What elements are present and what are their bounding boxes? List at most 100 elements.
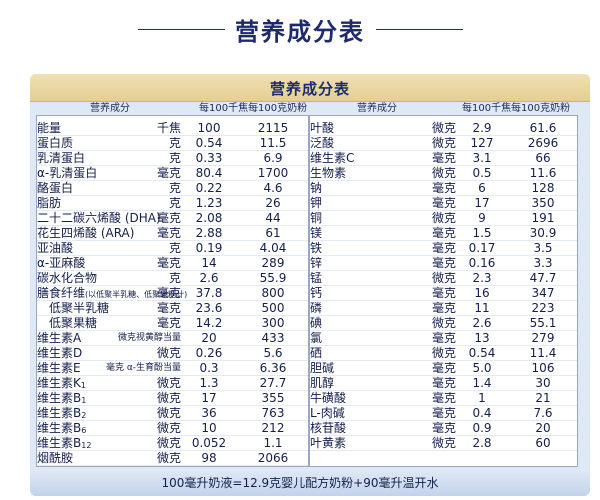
nutrient-unit: 微克 xyxy=(156,346,181,360)
table-column-divider xyxy=(308,115,310,467)
value-per-100kj: 9 xyxy=(478,211,486,225)
value-per-100kj: 1.4 xyxy=(472,376,492,390)
left-table-row: 烟酰胺 微克 98 2066 xyxy=(37,451,307,466)
left-table-row: 花生四烯酸 (ARA) 毫克 2.88 61 xyxy=(37,226,307,241)
nutrient-name: 叶黄素 xyxy=(310,436,347,450)
value-per-100g: 26 xyxy=(265,196,281,210)
nutrient-name: 钙 xyxy=(310,286,323,300)
left-table-row: 维生素A 微克视黄醇当量 20 433 xyxy=(37,331,307,346)
nutrient-name: 乳清蛋白 xyxy=(37,151,86,165)
value-per-100kj: 2.6 xyxy=(472,316,492,330)
nutrient-name: 叶酸 xyxy=(310,121,335,135)
page-title: 营养成分表 xyxy=(235,18,365,46)
right-table-row: 钙 毫克 16 347 xyxy=(310,286,577,301)
value-per-100kj: 98 xyxy=(201,451,217,465)
left-table-row: α-亚麻酸 毫克 14 289 xyxy=(37,256,307,271)
value-per-100kj: 11 xyxy=(474,301,490,315)
value-per-100kj: 0.4 xyxy=(472,406,492,420)
nutrient-unit: 微克 xyxy=(431,316,456,330)
nutrient-name: 镁 xyxy=(310,226,323,240)
right-table-row: 生物素 微克 0.5 11.6 xyxy=(310,166,577,181)
value-per-100kj: 0.33 xyxy=(195,151,223,165)
left-table-row: α-乳清蛋白 毫克 80.4 1700 xyxy=(37,166,307,181)
value-per-100g: 3.3 xyxy=(533,256,553,270)
value-per-100g: 350 xyxy=(531,196,555,210)
right-table-row: L-肉碱 毫克 0.4 7.6 xyxy=(310,406,577,421)
value-per-100g: 106 xyxy=(531,361,555,375)
nutrient-unit: 毫克 xyxy=(431,226,456,240)
value-per-100g: 3.5 xyxy=(533,241,553,255)
nutrient-unit: 克 xyxy=(168,181,181,195)
nutrient-unit: 毫克 xyxy=(431,421,456,435)
value-per-100g: 763 xyxy=(261,406,285,420)
nutrient-unit: 毫克 xyxy=(156,256,181,270)
title-rule-right xyxy=(376,29,463,30)
nutrient-name: 锰 xyxy=(310,271,323,285)
value-per-100kj: 36 xyxy=(201,406,217,420)
nutrient-unit: 微克 xyxy=(156,406,181,420)
nutrient-unit: 毫克 xyxy=(431,406,456,420)
left-table-row: 维生素K1 微克 1.3 27.7 xyxy=(37,376,307,391)
nutrient-name: 维生素C xyxy=(310,151,355,165)
nutrient-unit: 克 xyxy=(168,151,181,165)
nutrient-name: 生物素 xyxy=(310,166,347,180)
left-table-row: 膳食纤维(以低聚半乳糖、低聚果糖计) 毫克 37.8 800 xyxy=(37,286,307,301)
value-per-100kj: 0.5 xyxy=(472,166,492,180)
value-per-100kj: 13 xyxy=(474,331,490,345)
value-per-100g: 2115 xyxy=(257,121,289,135)
right-table-row: 胆碱 毫克 5.0 106 xyxy=(310,361,577,376)
nutrient-name: 亚油酸 xyxy=(37,241,74,255)
nutrient-unit: 毫克 xyxy=(431,151,456,165)
value-per-100g: 289 xyxy=(261,256,285,270)
nutrient-unit: 克 xyxy=(168,136,181,150)
nutrient-unit: 微克视黄醇当量 xyxy=(117,333,181,343)
value-per-100g: 55.9 xyxy=(259,271,287,285)
value-per-100g: 223 xyxy=(531,301,555,315)
value-per-100g: 500 xyxy=(261,301,285,315)
value-per-100g: 44 xyxy=(265,211,281,225)
value-per-100kj: 2.8 xyxy=(472,436,492,450)
value-per-100g: 191 xyxy=(531,211,555,225)
value-per-100g: 30 xyxy=(535,376,551,390)
nutrient-name: 泛酸 xyxy=(310,136,335,150)
row-separator xyxy=(37,465,308,466)
nutrient-name: 硒 xyxy=(310,346,323,360)
nutrient-unit: 克 xyxy=(168,196,181,210)
nutrient-name: 能量 xyxy=(37,121,62,135)
nutrient-unit: 微克 xyxy=(431,346,456,360)
nutrient-name: 蛋白质 xyxy=(37,136,74,150)
value-per-100kj: 0.052 xyxy=(191,436,227,450)
nutrient-unit: 毫克 xyxy=(431,376,456,390)
value-per-100g: 2066 xyxy=(257,451,289,465)
right-table-row: 肌醇 毫克 1.4 30 xyxy=(310,376,577,391)
panel-title: 营养成分表 xyxy=(269,80,350,98)
value-per-100kj: 0.22 xyxy=(195,181,223,195)
nutrient-unit: 微克 xyxy=(156,376,181,390)
value-per-100g: 6.36 xyxy=(259,361,287,375)
nutrient-unit: 毫克 xyxy=(431,361,456,375)
nutrient-name: 维生素B12 xyxy=(37,436,92,450)
nutrient-name: 肌醇 xyxy=(310,376,335,390)
left-col-header-per-100kj: 每100千焦 xyxy=(199,103,249,114)
value-per-100g: 1700 xyxy=(257,166,289,180)
value-per-100kj: 0.17 xyxy=(468,241,496,255)
value-per-100kj: 127 xyxy=(470,136,494,150)
nutrient-name: L-肉碱 xyxy=(310,406,345,420)
value-per-100g: 2696 xyxy=(527,136,559,150)
panel-header: 营养成分表 xyxy=(30,74,590,102)
nutrient-unit: 微克 xyxy=(431,211,456,225)
value-per-100kj: 6 xyxy=(478,181,486,195)
value-per-100g: 60 xyxy=(535,436,551,450)
nutrient-unit: 毫克 xyxy=(156,316,181,330)
value-per-100kj: 20 xyxy=(201,331,217,345)
nutrient-unit: 毫克 xyxy=(431,196,456,210)
nutrient-name: 脂肪 xyxy=(37,196,62,210)
nutrient-name: 低聚半乳糖 xyxy=(49,301,110,315)
value-per-100g: 61 xyxy=(265,226,281,240)
value-per-100kj: 0.9 xyxy=(472,421,492,435)
value-per-100g: 433 xyxy=(261,331,285,345)
value-per-100kj: 23.6 xyxy=(195,301,223,315)
right-table-row: 牛磺酸 毫克 1 21 xyxy=(310,391,577,406)
left-table-row: 维生素D 微克 0.26 5.6 xyxy=(37,346,307,361)
nutrient-unit: 微克 xyxy=(431,166,456,180)
